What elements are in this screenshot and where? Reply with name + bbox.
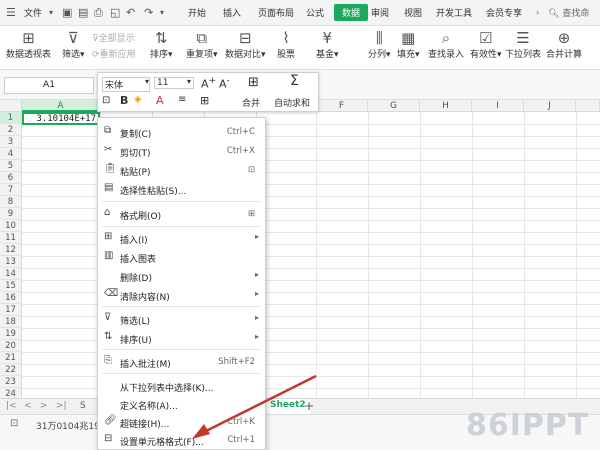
annotation-arrow	[192, 374, 317, 439]
arrow-head	[192, 424, 210, 439]
arrow-shaft	[199, 374, 317, 436]
